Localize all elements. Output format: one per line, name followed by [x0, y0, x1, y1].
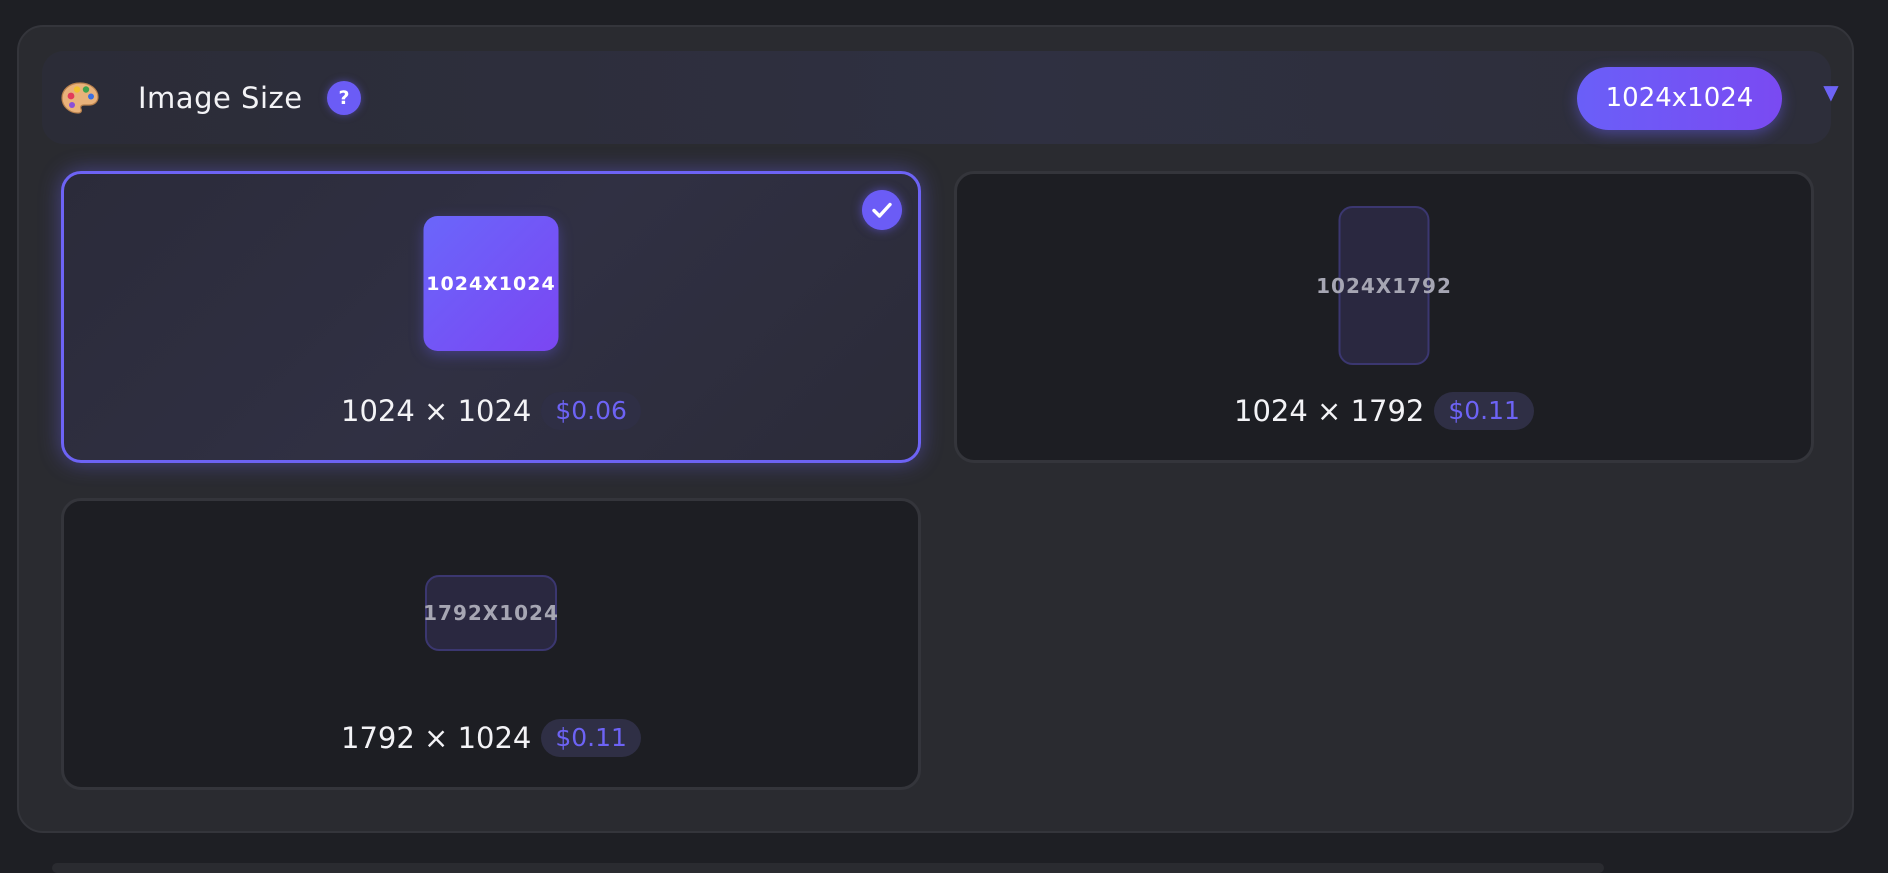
- palette-icon: [61, 82, 99, 114]
- help-button[interactable]: ?: [327, 81, 361, 115]
- option-dimensions: 1024 × 1024: [341, 394, 532, 428]
- option-info-row: 1024 × 1024 $0.06: [64, 392, 918, 430]
- option-dimensions: 1792 × 1024: [341, 721, 532, 755]
- selected-size-pill[interactable]: 1024x1024: [1577, 67, 1782, 130]
- price-badge: $0.11: [541, 719, 641, 757]
- section-title: Image Size: [138, 81, 303, 115]
- size-option-1792x1024[interactable]: 1792X1024 1792 × 1024 $0.11: [61, 498, 921, 790]
- checkmark-icon: [862, 190, 902, 230]
- price-badge: $0.11: [1434, 392, 1534, 430]
- aspect-preview-portrait: 1024X1792: [1316, 206, 1451, 365]
- size-option-1024x1024[interactable]: 1024X1024 1024 × 1024 $0.06: [61, 171, 921, 463]
- image-size-panel: Image Size ? 1024x1024 ▼ 1024X1024 1024 …: [17, 25, 1854, 833]
- image-size-header[interactable]: Image Size ? 1024x1024 ▼: [42, 51, 1839, 144]
- option-dimensions: 1024 × 1792: [1234, 394, 1425, 428]
- price-badge: $0.06: [541, 392, 641, 430]
- aspect-preview-landscape: 1792X1024: [423, 575, 558, 651]
- next-panel-edge: [52, 863, 1604, 873]
- aspect-preview-square: 1024X1024: [423, 216, 559, 351]
- size-option-1024x1792[interactable]: 1024X1792 1024 × 1792 $0.11: [954, 171, 1814, 463]
- triangle-down-icon[interactable]: ▼: [1820, 81, 1842, 103]
- option-info-row: 1024 × 1792 $0.11: [957, 392, 1811, 430]
- option-info-row: 1792 × 1024 $0.11: [64, 719, 918, 757]
